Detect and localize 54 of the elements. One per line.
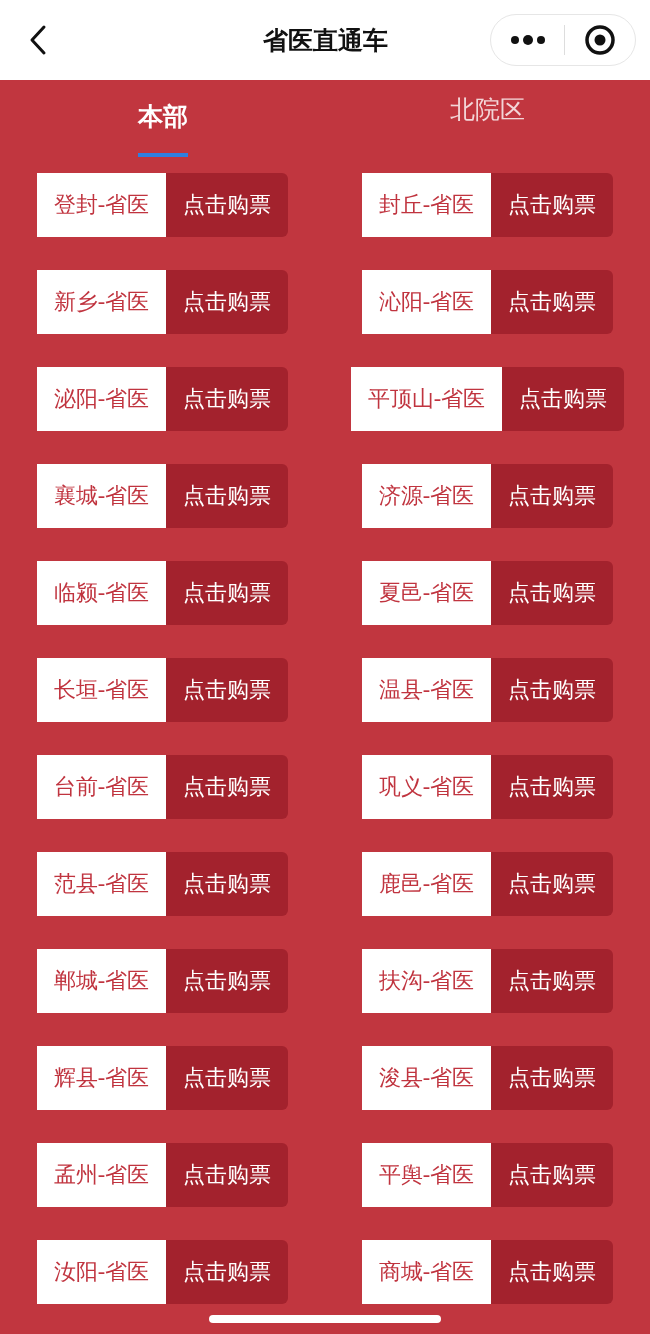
buy-ticket-button[interactable]: 点击购票 [491, 464, 614, 528]
page-title: 省医直通车 [262, 24, 388, 57]
buy-ticket-button[interactable]: 点击购票 [166, 1046, 289, 1110]
buy-ticket-button[interactable]: 点击购票 [166, 852, 289, 916]
route-label: 扶沟-省医 [361, 949, 492, 1013]
route-label: 鹿邑-省医 [361, 852, 492, 916]
route-label: 辉县-省医 [36, 1046, 167, 1110]
buy-ticket-button[interactable]: 点击购票 [166, 270, 289, 334]
route-label: 郸城-省医 [36, 949, 167, 1013]
buy-ticket-button[interactable]: 点击购票 [491, 658, 614, 722]
buy-ticket-button[interactable]: 点击购票 [166, 173, 289, 237]
close-icon[interactable] [583, 24, 616, 56]
buy-ticket-button[interactable]: 点击购票 [491, 1143, 614, 1207]
more-icon[interactable] [510, 34, 547, 46]
buy-ticket-button[interactable]: 点击购票 [491, 561, 614, 625]
route-label: 济源-省医 [361, 464, 492, 528]
route-label: 范县-省医 [36, 852, 167, 916]
route-label: 商城-省医 [361, 1240, 492, 1304]
buy-ticket-button[interactable]: 点击购票 [166, 1240, 289, 1304]
route-label: 夏邑-省医 [361, 561, 492, 625]
buy-ticket-button[interactable]: 点击购票 [502, 367, 625, 431]
route-label: 孟州-省医 [36, 1143, 167, 1207]
buy-ticket-button[interactable]: 点击购票 [166, 755, 289, 819]
buy-ticket-button[interactable]: 点击购票 [491, 755, 614, 819]
buy-ticket-button[interactable]: 点击购票 [166, 658, 289, 722]
buy-ticket-button[interactable]: 点击购票 [166, 561, 289, 625]
buy-ticket-button[interactable]: 点击购票 [491, 1240, 614, 1304]
route-label: 台前-省医 [36, 755, 167, 819]
route-label: 长垣-省医 [36, 658, 167, 722]
buy-ticket-button[interactable]: 点击购票 [166, 949, 289, 1013]
route-label: 浚县-省医 [361, 1046, 492, 1110]
buy-ticket-button[interactable]: 点击购票 [491, 949, 614, 1013]
route-label: 平顶山-省医 [350, 367, 503, 431]
route-label: 封丘-省医 [361, 173, 492, 237]
route-label: 临颍-省医 [36, 561, 167, 625]
buy-ticket-button[interactable]: 点击购票 [491, 852, 614, 916]
buy-ticket-button[interactable]: 点击购票 [491, 173, 614, 237]
route-label: 平舆-省医 [361, 1143, 492, 1207]
tab[interactable]: 北院区 [450, 80, 525, 173]
buy-ticket-button[interactable]: 点击购票 [491, 270, 614, 334]
buy-ticket-button[interactable]: 点击购票 [166, 367, 289, 431]
route-label: 新乡-省医 [36, 270, 167, 334]
back-icon[interactable] [28, 24, 48, 56]
route-label: 温县-省医 [361, 658, 492, 722]
route-label: 汝阳-省医 [36, 1240, 167, 1304]
route-label: 巩义-省医 [361, 755, 492, 819]
route-label: 襄城-省医 [36, 464, 167, 528]
route-label: 泌阳-省医 [36, 367, 167, 431]
tab[interactable]: 本部 [137, 80, 188, 157]
buy-ticket-button[interactable]: 点击购票 [166, 464, 289, 528]
buy-ticket-button[interactable]: 点击购票 [166, 1143, 289, 1207]
route-label: 沁阳-省医 [361, 270, 492, 334]
buy-ticket-button[interactable]: 点击购票 [491, 1046, 614, 1110]
route-label: 登封-省医 [36, 173, 167, 237]
